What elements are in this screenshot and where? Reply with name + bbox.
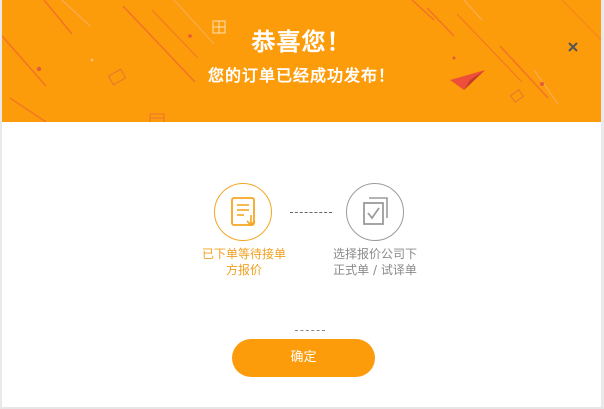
decorative-dash xyxy=(295,330,325,331)
step-connector xyxy=(290,212,332,213)
confirm-button[interactable]: 确定 xyxy=(232,339,375,377)
step-order-placed-label-line1: 已下单等待接单 xyxy=(201,247,286,261)
dialog-subtitle: 您的订单已经成功发布！ xyxy=(207,66,395,85)
stage: 恭喜您！ 您的订单已经成功发布！ 已下单等待接单 方报价 选择报价公司下 正式单… xyxy=(0,0,604,409)
step-order-placed xyxy=(214,183,272,241)
close-icon xyxy=(568,42,578,52)
order-success-dialog: 恭喜您！ 您的订单已经成功发布！ 已下单等待接单 方报价 选择报价公司下 正式单… xyxy=(2,0,601,407)
step-order-placed-label: 已下单等待接单 方报价 xyxy=(198,246,290,278)
step-select-company-label: 选择报价公司下 正式单 / 试译单 xyxy=(325,246,425,278)
stacked-checkbox-icon xyxy=(363,197,388,225)
step-order-placed-label-line2: 方报价 xyxy=(225,263,262,277)
dialog-banner: 恭喜您！ 您的订单已经成功发布！ xyxy=(2,0,601,122)
document-download-icon xyxy=(231,197,256,227)
close-button[interactable] xyxy=(563,37,583,57)
step-select-company-label-line1: 选择报价公司下 xyxy=(332,247,417,261)
step-select-company xyxy=(346,183,404,241)
step-select-company-label-line2: 正式单 / 试译单 xyxy=(333,263,417,277)
banner-decoration xyxy=(2,0,601,122)
dialog-title: 恭喜您！ xyxy=(251,28,352,56)
